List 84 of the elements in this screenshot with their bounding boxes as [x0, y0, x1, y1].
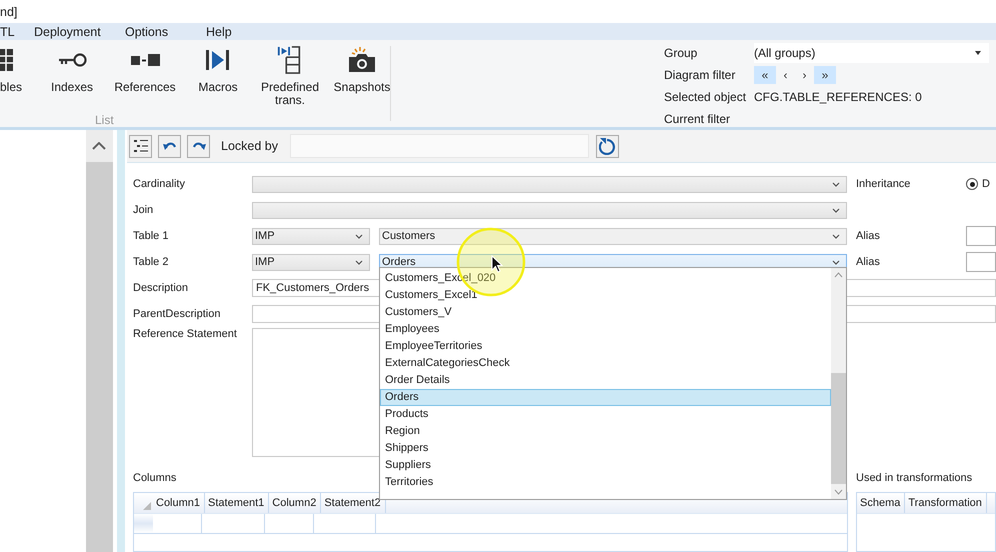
dropdown-option[interactable]: Order Details	[380, 372, 831, 389]
dropdown-option[interactable]: Region	[380, 423, 831, 440]
column-header[interactable]: Column1	[153, 493, 206, 513]
select-all-icon[interactable]	[143, 502, 151, 510]
row-header[interactable]	[134, 514, 153, 533]
table-dropdown[interactable]: Customers	[379, 228, 847, 244]
nav-button[interactable]: »	[814, 66, 836, 84]
chevron-down-icon	[832, 260, 840, 264]
field-label: Alias	[856, 230, 881, 242]
field-label: Locked by	[221, 139, 278, 153]
schema-dropdown[interactable]: IMP	[252, 228, 370, 244]
nav-button[interactable]: «	[754, 66, 776, 84]
field-label: Description	[133, 282, 190, 294]
dropdown-option[interactable]: Customers_Excel1	[380, 287, 831, 304]
dropdown-option[interactable]: EmployeeTerritories	[380, 338, 831, 355]
list-icon	[132, 139, 148, 153]
alias-field[interactable]	[966, 252, 996, 272]
group-label: List	[95, 113, 114, 127]
dropdown-option[interactable]: ExternalCategoriesCheck	[380, 355, 831, 372]
field-label: Cardinality	[133, 178, 186, 190]
scroll-up-icon[interactable]	[834, 272, 843, 278]
nav-button[interactable]: ‹	[776, 66, 795, 84]
menu-item[interactable]: Options	[125, 24, 206, 39]
group-dropdown[interactable]: (All groups)	[754, 43, 989, 63]
field-label: ParentDescription	[133, 308, 222, 320]
field-label: Table 1	[133, 230, 170, 242]
dropdown-option[interactable]: Suppliers	[380, 457, 831, 474]
undo-icon	[162, 141, 176, 151]
dropdown-arrow-icon	[975, 51, 981, 55]
menu-item[interactable]: Deployment	[34, 24, 125, 39]
redo-button[interactable]	[187, 134, 210, 158]
field-label: Join	[133, 204, 154, 216]
ribbon-button[interactable]: Predefined trans.	[253, 46, 327, 113]
dropdown-option[interactable]: Shippers	[380, 440, 831, 457]
ribbon-button[interactable]: Indexes	[37, 46, 107, 113]
ribbon-button[interactable]: Macros	[183, 46, 253, 113]
scroll-down-icon[interactable]	[834, 489, 843, 495]
column-header[interactable]: Transformation	[905, 493, 987, 513]
list-view-button[interactable]	[129, 134, 152, 158]
dropdown-option[interactable]: Territories	[380, 474, 831, 491]
chevron-down-icon	[832, 208, 840, 212]
field-label: Selected object	[664, 90, 748, 104]
scrollbar[interactable]	[831, 268, 846, 499]
radio-button[interactable]	[966, 178, 978, 190]
ribbon-button[interactable]: bles	[0, 46, 22, 113]
scrollbar-thumb[interactable]	[831, 373, 846, 484]
dropdown-option[interactable]: Customers_V	[380, 304, 831, 321]
chevron-down-icon	[355, 234, 363, 238]
dropdown-option[interactable]: Employees	[380, 321, 831, 338]
radio-label: D	[982, 178, 990, 190]
window-title: nd]	[0, 4, 18, 19]
field-label: Alias	[856, 256, 881, 268]
schema-dropdown[interactable]: IMP	[252, 254, 370, 270]
section-label: Columns	[133, 472, 178, 484]
chevron-down-icon	[355, 260, 363, 264]
chevron-down-icon	[832, 234, 840, 238]
ribbon-button[interactable]: Snapshots	[327, 46, 397, 113]
camera-icon	[347, 46, 377, 74]
dropdown-option[interactable]: Orders	[380, 389, 831, 406]
column-header[interactable]: Schema	[857, 493, 906, 513]
ribbon-button[interactable]: References	[107, 46, 183, 113]
refresh-button[interactable]	[596, 134, 619, 158]
alias-field[interactable]	[966, 226, 996, 246]
column-header[interactable]: Statement1	[205, 493, 270, 513]
menu-item[interactable]: Help	[206, 24, 232, 39]
field-label: Current filter	[664, 112, 732, 126]
menu-item[interactable]: TL	[0, 24, 34, 39]
undo-button[interactable]	[158, 134, 181, 158]
section-label: Used in transformations	[855, 472, 972, 484]
column-header[interactable]: Column2	[269, 493, 322, 513]
field-label: Inheritance	[856, 178, 912, 190]
field-label: Reference Statement	[133, 328, 238, 340]
selected-object-value: CFG.TABLE_REFERENCES: 0	[754, 90, 923, 104]
field-label: Diagram filter	[664, 68, 736, 82]
redo-icon	[192, 141, 206, 151]
nav-button[interactable]: ›	[795, 66, 814, 84]
field-label: Table 2	[133, 256, 170, 268]
chevron-down-icon	[832, 182, 840, 186]
field-label: Group	[664, 46, 698, 60]
refresh-icon	[599, 137, 616, 155]
collapse-icon[interactable]	[92, 142, 106, 150]
dropdown-option[interactable]: Products	[380, 406, 831, 423]
join-dropdown[interactable]	[252, 202, 847, 218]
cardinality-dropdown[interactable]	[252, 176, 847, 192]
